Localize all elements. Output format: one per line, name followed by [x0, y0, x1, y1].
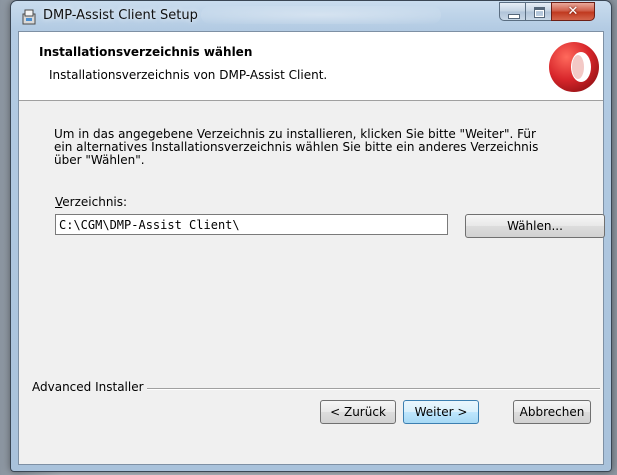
close-button[interactable]: ✕ — [551, 2, 595, 21]
page-title: Installationsverzeichnis wählen — [39, 45, 253, 59]
dialog-client-area: Installationsverzeichnis wählen Installa… — [18, 31, 605, 465]
header-banner: Installationsverzeichnis wählen Installa… — [19, 32, 603, 101]
minimize-button[interactable] — [499, 2, 526, 21]
setup-window: DMP-Assist Client Setup ✕ Installationsv… — [10, 0, 612, 472]
choose-button[interactable]: Wählen... — [465, 214, 605, 238]
next-button-label: Weiter > — [414, 405, 468, 419]
next-button[interactable]: Weiter > — [403, 400, 479, 424]
maximize-icon — [534, 7, 545, 18]
maximize-button[interactable] — [525, 2, 552, 21]
title-bar[interactable]: DMP-Assist Client Setup ✕ — [11, 1, 611, 31]
product-logo-icon — [549, 42, 599, 92]
installer-app-icon — [22, 9, 36, 25]
directory-label-rest: erzeichnis: — [62, 195, 128, 209]
instruction-text: Um in das angegebene Verzeichnis zu inst… — [54, 127, 539, 167]
back-button[interactable]: < Zurück — [320, 400, 396, 424]
back-button-label: < Zurück — [330, 405, 386, 419]
window-title: DMP-Assist Client Setup — [43, 8, 198, 23]
cancel-button[interactable]: Abbrechen — [513, 400, 591, 424]
minimize-icon — [508, 14, 520, 19]
directory-input[interactable] — [55, 214, 448, 235]
choose-button-label: Wählen... — [507, 219, 563, 233]
directory-label: Verzeichnis: — [55, 195, 128, 209]
footer-divider — [135, 388, 600, 390]
close-icon: ✕ — [567, 4, 579, 19]
installer-brand-label: Advanced Installer — [32, 380, 147, 394]
title-glow — [201, 6, 441, 24]
cancel-button-label: Abbrechen — [519, 405, 585, 419]
page-subtitle: Installationsverzeichnis von DMP-Assist … — [49, 68, 328, 82]
